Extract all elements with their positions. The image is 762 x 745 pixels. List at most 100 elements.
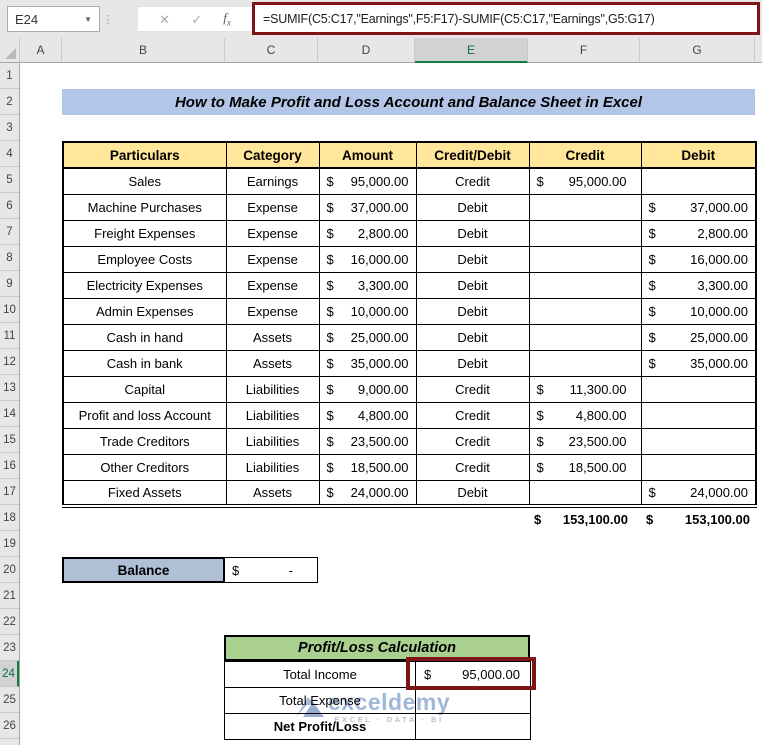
- credit-cell[interactable]: [529, 480, 641, 506]
- column-header-b[interactable]: B: [62, 38, 225, 62]
- row-header-19[interactable]: 19: [0, 531, 19, 557]
- particulars-cell[interactable]: Other Creditors: [63, 454, 226, 480]
- category-cell[interactable]: Liabilities: [226, 454, 319, 480]
- debit-cell[interactable]: $16,000.00: [641, 246, 756, 272]
- amount-cell[interactable]: $24,000.00: [319, 480, 416, 506]
- category-cell[interactable]: Expense: [226, 246, 319, 272]
- profit-loss-header-cell[interactable]: Profit/Loss Calculation: [224, 635, 530, 661]
- header-credit-debit[interactable]: Credit/Debit: [416, 142, 529, 168]
- amount-cell[interactable]: $4,800.00: [319, 402, 416, 428]
- amount-cell[interactable]: $35,000.00: [319, 350, 416, 376]
- column-header-e[interactable]: E: [415, 38, 528, 63]
- credit-debit-cell[interactable]: Credit: [416, 168, 529, 194]
- row-header-26[interactable]: 26: [0, 713, 19, 739]
- category-cell[interactable]: Expense: [226, 272, 319, 298]
- credit-debit-cell[interactable]: Debit: [416, 480, 529, 506]
- sheet-title-cell[interactable]: How to Make Profit and Loss Account and …: [62, 89, 755, 115]
- category-cell[interactable]: Liabilities: [226, 402, 319, 428]
- category-cell[interactable]: Expense: [226, 194, 319, 220]
- column-header-g[interactable]: G: [640, 38, 755, 62]
- particulars-cell[interactable]: Trade Creditors: [63, 428, 226, 454]
- amount-cell[interactable]: $9,000.00: [319, 376, 416, 402]
- row-header-12[interactable]: 12: [0, 349, 19, 375]
- particulars-cell[interactable]: Sales: [63, 168, 226, 194]
- row-header-5[interactable]: 5: [0, 167, 19, 193]
- particulars-cell[interactable]: Capital: [63, 376, 226, 402]
- row-header-24[interactable]: 24: [0, 661, 19, 687]
- credit-debit-cell[interactable]: Debit: [416, 220, 529, 246]
- amount-cell[interactable]: $95,000.00: [319, 168, 416, 194]
- credit-debit-cell[interactable]: Debit: [416, 246, 529, 272]
- row-header-10[interactable]: 10: [0, 297, 19, 323]
- debit-cell[interactable]: $3,300.00: [641, 272, 756, 298]
- category-cell[interactable]: Assets: [226, 350, 319, 376]
- header-credit[interactable]: Credit: [529, 142, 641, 168]
- profit-loss-label-cell[interactable]: Total Expense: [225, 688, 416, 714]
- credit-cell[interactable]: [529, 350, 641, 376]
- category-cell[interactable]: Expense: [226, 220, 319, 246]
- row-header-11[interactable]: 11: [0, 323, 19, 349]
- column-header-d[interactable]: D: [318, 38, 415, 62]
- row-header-25[interactable]: 25: [0, 687, 19, 713]
- particulars-cell[interactable]: Profit and loss Account: [63, 402, 226, 428]
- credit-cell[interactable]: [529, 220, 641, 246]
- amount-cell[interactable]: $25,000.00: [319, 324, 416, 350]
- row-header-7[interactable]: 7: [0, 219, 19, 245]
- profit-loss-value-cell[interactable]: [416, 688, 531, 714]
- credit-debit-cell[interactable]: Credit: [416, 428, 529, 454]
- credit-cell[interactable]: $18,500.00: [529, 454, 641, 480]
- balance-value-cell[interactable]: $ -: [224, 557, 318, 583]
- particulars-cell[interactable]: Employee Costs: [63, 246, 226, 272]
- particulars-cell[interactable]: Cash in hand: [63, 324, 226, 350]
- debit-cell[interactable]: [641, 402, 756, 428]
- formula-bar[interactable]: =SUMIF(C5:C17,"Earnings",F5:F17)-SUMIF(C…: [252, 2, 760, 35]
- row-header-22[interactable]: 22: [0, 609, 19, 635]
- amount-cell[interactable]: $23,500.00: [319, 428, 416, 454]
- amount-cell[interactable]: $2,800.00: [319, 220, 416, 246]
- row-header-17[interactable]: 17: [0, 479, 19, 505]
- enter-icon[interactable]: ✓: [191, 13, 202, 26]
- row-header-6[interactable]: 6: [0, 193, 19, 219]
- row-header-14[interactable]: 14: [0, 401, 19, 427]
- debit-cell[interactable]: [641, 428, 756, 454]
- debit-cell[interactable]: $25,000.00: [641, 324, 756, 350]
- credit-debit-cell[interactable]: Debit: [416, 324, 529, 350]
- debit-cell[interactable]: [641, 376, 756, 402]
- amount-cell[interactable]: $16,000.00: [319, 246, 416, 272]
- amount-cell[interactable]: $37,000.00: [319, 194, 416, 220]
- debit-total-cell[interactable]: $ 153,100.00: [640, 506, 755, 532]
- credit-debit-cell[interactable]: Debit: [416, 350, 529, 376]
- profit-loss-value-cell[interactable]: $95,000.00: [416, 662, 531, 688]
- particulars-cell[interactable]: Machine Purchases: [63, 194, 226, 220]
- row-header-8[interactable]: 8: [0, 245, 19, 271]
- amount-cell[interactable]: $10,000.00: [319, 298, 416, 324]
- row-header-1[interactable]: 1: [0, 63, 19, 89]
- cancel-icon[interactable]: ✕: [159, 13, 170, 26]
- debit-cell[interactable]: $2,800.00: [641, 220, 756, 246]
- balance-label-cell[interactable]: Balance: [62, 557, 225, 583]
- credit-debit-cell[interactable]: Debit: [416, 194, 529, 220]
- row-header-20[interactable]: 20: [0, 557, 19, 583]
- profit-loss-label-cell[interactable]: Total Income: [225, 662, 416, 688]
- credit-cell[interactable]: [529, 298, 641, 324]
- category-cell[interactable]: Earnings: [226, 168, 319, 194]
- column-header-c[interactable]: C: [225, 38, 318, 62]
- category-cell[interactable]: Assets: [226, 480, 319, 506]
- profit-loss-value-cell[interactable]: [416, 714, 531, 740]
- credit-cell[interactable]: [529, 246, 641, 272]
- insert-function-icon[interactable]: fx: [223, 10, 231, 28]
- credit-cell[interactable]: $11,300.00: [529, 376, 641, 402]
- credit-debit-cell[interactable]: Credit: [416, 454, 529, 480]
- credit-cell[interactable]: [529, 194, 641, 220]
- header-particulars[interactable]: Particulars: [63, 142, 226, 168]
- debit-cell[interactable]: [641, 168, 756, 194]
- row-header-23[interactable]: 23: [0, 635, 19, 661]
- amount-cell[interactable]: $3,300.00: [319, 272, 416, 298]
- select-all-corner[interactable]: [0, 38, 20, 62]
- header-amount[interactable]: Amount: [319, 142, 416, 168]
- credit-debit-cell[interactable]: Credit: [416, 376, 529, 402]
- credit-total-cell[interactable]: $ 153,100.00: [528, 506, 640, 532]
- credit-cell[interactable]: [529, 324, 641, 350]
- debit-cell[interactable]: $24,000.00: [641, 480, 756, 506]
- debit-cell[interactable]: $37,000.00: [641, 194, 756, 220]
